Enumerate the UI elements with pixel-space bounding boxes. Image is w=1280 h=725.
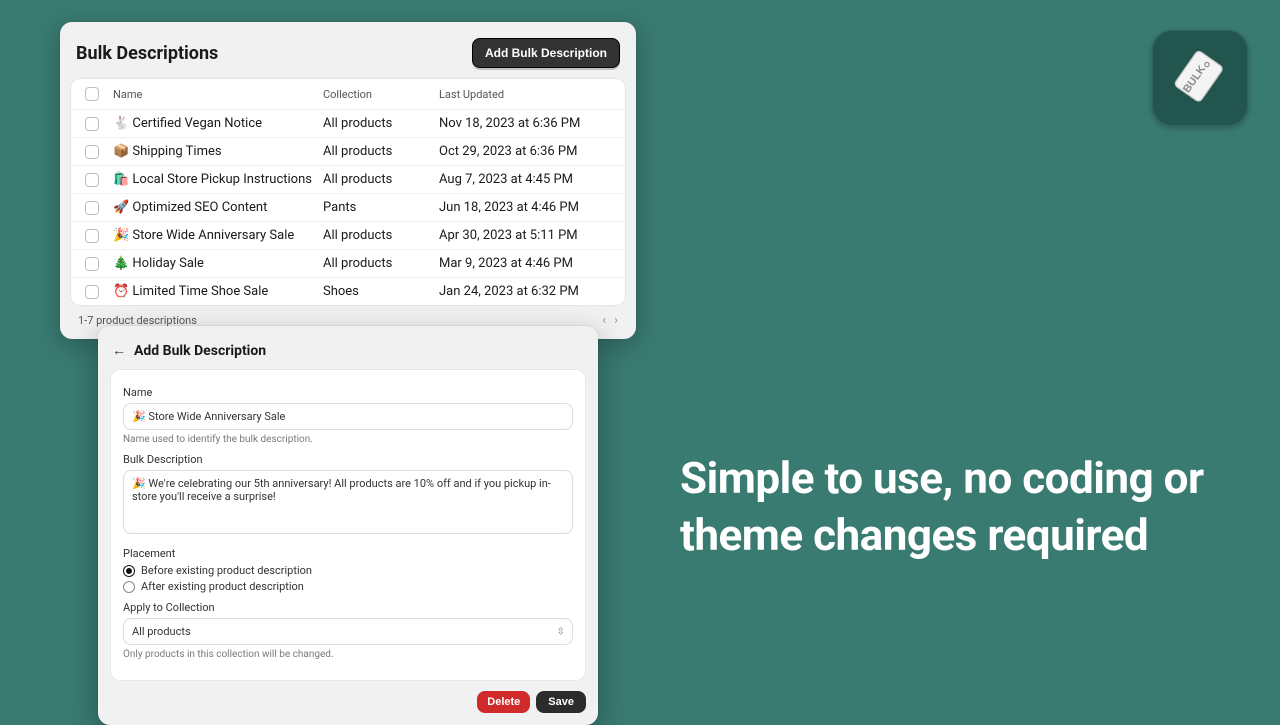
row-name: 📦 Shipping Times bbox=[113, 144, 317, 159]
table-row[interactable]: 🎄 Holiday Sale All products Mar 9, 2023 … bbox=[71, 250, 625, 278]
row-name: 🛍️ Local Store Pickup Instructions bbox=[113, 172, 317, 187]
placement-after-label: After existing product description bbox=[141, 580, 304, 593]
row-checkbox[interactable] bbox=[85, 201, 99, 215]
collection-label: Apply to Collection bbox=[123, 601, 573, 614]
row-checkbox[interactable] bbox=[85, 257, 99, 271]
name-input[interactable] bbox=[123, 403, 573, 430]
col-updated: Last Updated bbox=[439, 88, 619, 101]
form-title: Add Bulk Description bbox=[134, 343, 266, 359]
placement-label: Placement bbox=[123, 547, 573, 560]
marketing-headline: Simple to use, no coding or theme change… bbox=[680, 450, 1220, 564]
back-arrow-icon[interactable]: ← bbox=[112, 342, 126, 359]
table-row[interactable]: 🚀 Optimized SEO Content Pants Jun 18, 20… bbox=[71, 194, 625, 222]
name-help: Name used to identify the bulk descripti… bbox=[123, 434, 573, 445]
description-label: Bulk Description bbox=[123, 453, 573, 466]
collection-help: Only products in this collection will be… bbox=[123, 649, 573, 660]
row-updated: Mar 9, 2023 at 4:46 PM bbox=[439, 256, 619, 271]
row-name: 🚀 Optimized SEO Content bbox=[113, 200, 317, 215]
row-collection: Shoes bbox=[323, 284, 433, 299]
delete-button[interactable]: Delete bbox=[477, 691, 530, 713]
row-collection: Pants bbox=[323, 200, 433, 215]
row-updated: Nov 18, 2023 at 6:36 PM bbox=[439, 116, 619, 131]
descriptions-table: Name Collection Last Updated 🐇 Certified… bbox=[70, 78, 626, 306]
row-checkbox[interactable] bbox=[85, 117, 99, 131]
row-checkbox[interactable] bbox=[85, 145, 99, 159]
table-row[interactable]: 🛍️ Local Store Pickup Instructions All p… bbox=[71, 166, 625, 194]
row-updated: Jun 18, 2023 at 4:46 PM bbox=[439, 200, 619, 215]
row-checkbox[interactable] bbox=[85, 285, 99, 299]
bulk-tag-icon: BULK bbox=[1166, 44, 1234, 112]
table-header: Name Collection Last Updated bbox=[71, 79, 625, 110]
row-updated: Jan 24, 2023 at 6:32 PM bbox=[439, 284, 619, 299]
placement-before-radio[interactable] bbox=[123, 565, 135, 577]
row-updated: Oct 29, 2023 at 6:36 PM bbox=[439, 144, 619, 159]
row-updated: Apr 30, 2023 at 5:11 PM bbox=[439, 228, 619, 243]
table-row[interactable]: 🎉 Store Wide Anniversary Sale All produc… bbox=[71, 222, 625, 250]
description-textarea[interactable] bbox=[123, 470, 573, 534]
table-row[interactable]: 🐇 Certified Vegan Notice All products No… bbox=[71, 110, 625, 138]
col-name: Name bbox=[113, 88, 317, 101]
row-name: 🎄 Holiday Sale bbox=[113, 256, 317, 271]
add-bulk-description-button[interactable]: Add Bulk Description bbox=[472, 38, 620, 68]
row-name: 🐇 Certified Vegan Notice bbox=[113, 116, 317, 131]
bulk-descriptions-panel: Bulk Descriptions Add Bulk Description N… bbox=[60, 22, 636, 339]
col-collection: Collection bbox=[323, 88, 433, 101]
row-checkbox[interactable] bbox=[85, 173, 99, 187]
row-collection: All products bbox=[323, 172, 433, 187]
placement-before-label: Before existing product description bbox=[141, 564, 312, 577]
row-collection: All products bbox=[323, 116, 433, 131]
row-collection: All products bbox=[323, 144, 433, 159]
select-all-checkbox[interactable] bbox=[85, 87, 99, 101]
page-title: Bulk Descriptions bbox=[76, 43, 218, 64]
table-row[interactable]: 📦 Shipping Times All products Oct 29, 20… bbox=[71, 138, 625, 166]
prev-page-button[interactable]: ‹ bbox=[602, 314, 606, 327]
next-page-button[interactable]: › bbox=[614, 314, 618, 327]
add-bulk-description-panel: ← Add Bulk Description Name Name used to… bbox=[98, 326, 598, 725]
placement-after-radio[interactable] bbox=[123, 581, 135, 593]
collection-select[interactable]: All products bbox=[123, 618, 573, 645]
row-collection: All products bbox=[323, 228, 433, 243]
save-button[interactable]: Save bbox=[536, 691, 586, 713]
row-name: ⏰ Limited Time Shoe Sale bbox=[113, 284, 317, 299]
form-card: Name Name used to identify the bulk desc… bbox=[110, 369, 586, 681]
row-name: 🎉 Store Wide Anniversary Sale bbox=[113, 228, 317, 243]
row-checkbox[interactable] bbox=[85, 229, 99, 243]
row-updated: Aug 7, 2023 at 4:45 PM bbox=[439, 172, 619, 187]
app-icon: BULK bbox=[1152, 30, 1248, 126]
name-label: Name bbox=[123, 386, 573, 399]
row-collection: All products bbox=[323, 256, 433, 271]
table-row[interactable]: ⏰ Limited Time Shoe Sale Shoes Jan 24, 2… bbox=[71, 278, 625, 305]
